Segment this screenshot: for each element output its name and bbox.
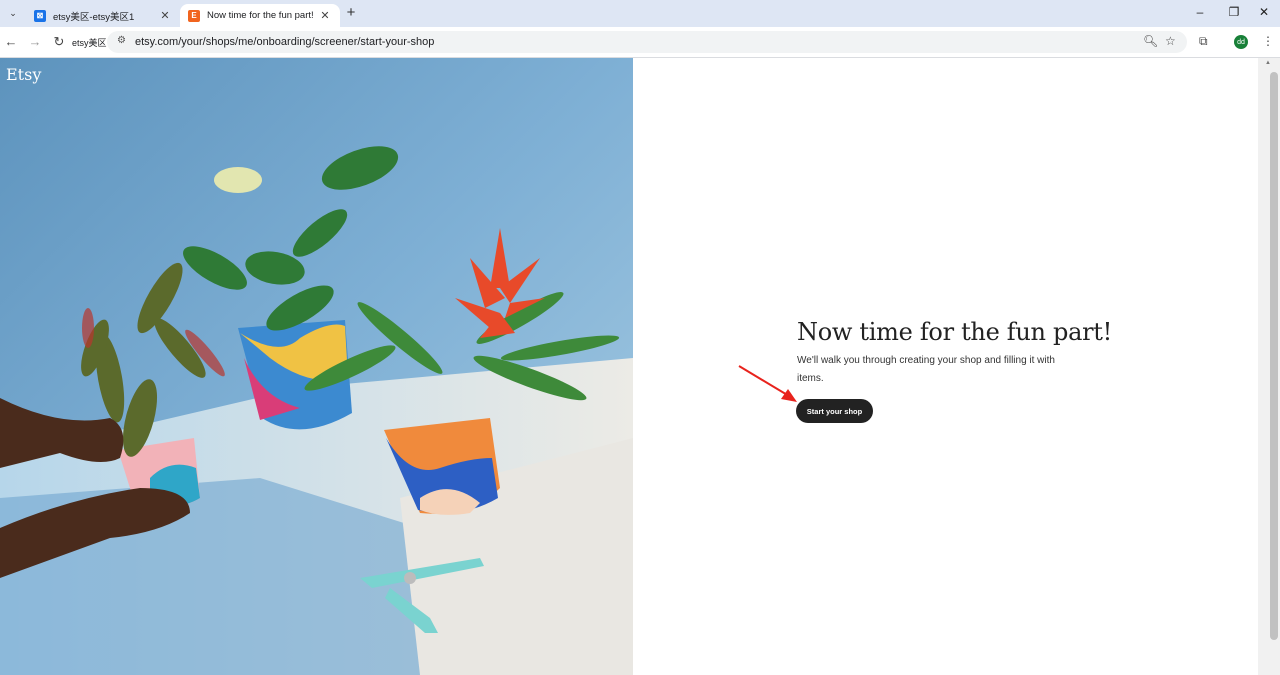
minimize-icon[interactable]: – bbox=[1192, 5, 1208, 19]
star-icon[interactable]: ☆ bbox=[1165, 34, 1176, 48]
etsy-logo[interactable]: Etsy bbox=[6, 65, 41, 84]
scroll-up-icon[interactable]: ▲ bbox=[1265, 60, 1271, 66]
start-your-shop-button[interactable]: Start your shop bbox=[796, 399, 873, 423]
close-window-icon[interactable]: ✕ bbox=[1256, 5, 1272, 19]
close-icon[interactable]: ✕ bbox=[318, 9, 332, 22]
hero-image bbox=[0, 58, 633, 675]
tab-title: etsy美区-etsy美区1 bbox=[53, 11, 135, 23]
menu-icon[interactable]: ⋮ bbox=[1262, 34, 1274, 48]
reload-icon[interactable]: ↻ bbox=[51, 34, 67, 50]
forward-icon[interactable]: → bbox=[27, 34, 43, 50]
etsy-e-icon: E bbox=[188, 9, 200, 22]
restore-icon[interactable]: ❐ bbox=[1226, 5, 1242, 19]
tab-search-icon[interactable]: ⌄ bbox=[4, 4, 22, 22]
scrollbar-thumb[interactable] bbox=[1270, 72, 1278, 640]
browser-toolbar: ← → ↻ etsy美区 ⚙ etsy.com/your/shops/me/on… bbox=[0, 27, 1280, 58]
tab-strip: ⌄ ⊠ etsy美区-etsy美区1 ✕ E Now time for the … bbox=[0, 0, 1280, 27]
avatar[interactable]: dd bbox=[1234, 35, 1248, 49]
zoom-icon[interactable]: 🔍︎ bbox=[1143, 34, 1158, 48]
tab-active[interactable]: E Now time for the fun part! ✕ bbox=[180, 4, 340, 27]
new-tab-icon[interactable]: + bbox=[343, 4, 359, 22]
bookmark-label[interactable]: etsy美区 bbox=[72, 36, 107, 49]
tab-title: Now time for the fun part! bbox=[207, 10, 314, 21]
site-info-icon[interactable]: ⚙ bbox=[117, 35, 126, 46]
tab-inactive[interactable]: ⊠ etsy美区-etsy美区1 ✕ bbox=[26, 4, 180, 27]
page-title: Now time for the fun part! bbox=[797, 318, 1112, 346]
bookmark-doc-icon: ⊠ bbox=[34, 9, 46, 22]
address-bar[interactable]: ⚙ etsy.com/your/shops/me/onboarding/scre… bbox=[107, 31, 1187, 53]
close-icon[interactable]: ✕ bbox=[158, 9, 172, 22]
url-text[interactable]: etsy.com/your/shops/me/onboarding/screen… bbox=[135, 36, 434, 48]
page-description: We'll walk you through creating your sho… bbox=[797, 355, 1055, 384]
back-icon[interactable]: ← bbox=[3, 34, 19, 50]
extensions-icon[interactable]: ⧉ bbox=[1199, 34, 1208, 49]
